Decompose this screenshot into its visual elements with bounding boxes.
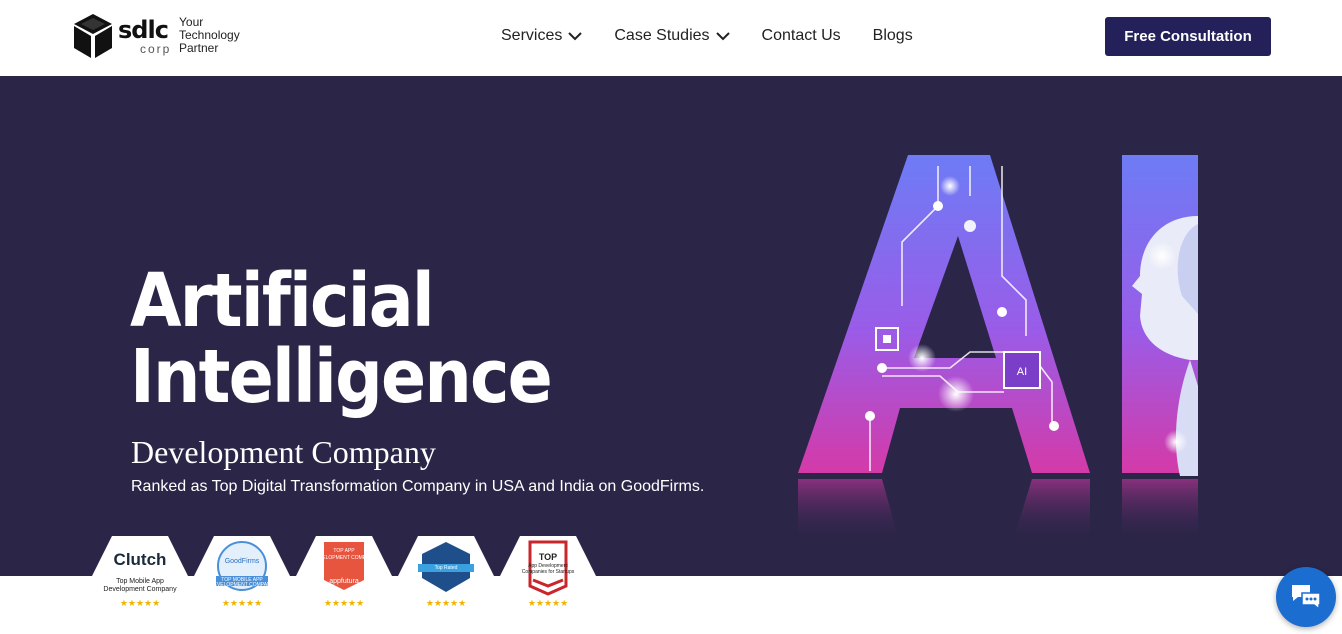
badge-goodfirms[interactable]: GoodFirms TOP MOBILE APP DEVELOPMENT COM…: [194, 536, 290, 616]
hero-section: Artificial Intelligence Development Comp…: [0, 76, 1342, 576]
badge-name: GoodFirms: [224, 558, 260, 565]
nav-item-label: Blogs: [872, 27, 913, 44]
logo-corp: corp: [140, 42, 172, 56]
ai-chip-label: AI: [1017, 366, 1027, 378]
badge-stars: ★★★★★: [221, 598, 263, 608]
badge-line2: DEVELOPMENT COMPANY: [312, 555, 376, 561]
nav-item-label: Services: [501, 27, 563, 44]
hero-title-line1: Artificial: [130, 258, 435, 344]
logo-tagline: Your Technology Partner: [179, 15, 240, 55]
badge-stars: ★★★★★: [527, 598, 569, 608]
badge-name: Top Rated: [434, 565, 458, 571]
free-consultation-button[interactable]: Free Consultation: [1105, 17, 1271, 56]
nav-item-label: Contact Us: [761, 27, 841, 44]
badge-appfutura[interactable]: TOP APP DEVELOPMENT COMPANY appfutura ★★…: [296, 536, 392, 616]
badge-line2: Companies for Startups: [521, 569, 575, 575]
hero-subtitle: Development Company: [131, 434, 436, 470]
site-header: sdlc corp Your Technology Partner Servic…: [0, 0, 1342, 76]
nav-item-label: Case Studies: [614, 27, 710, 44]
badge-line2: DEVELOPMENT COMPANY: [210, 582, 274, 588]
main-nav: Services Case Studies Contact Us Blogs: [501, 24, 945, 48]
badge-name: appfutura: [329, 578, 359, 585]
badge-clutch[interactable]: Clutch Top Mobile App Development Compan…: [92, 536, 188, 616]
chat-icon: [1292, 585, 1321, 611]
logo-cube-icon: [74, 14, 112, 58]
hero-title: Artificial Intelligence: [130, 263, 598, 415]
award-badges: Clutch Top Mobile App Development Compan…: [0, 536, 700, 626]
badge-line2: Development Company: [103, 586, 177, 593]
badge-line1: TOP APP: [333, 548, 355, 554]
chat-button[interactable]: [1276, 567, 1336, 627]
chevron-down-icon: [568, 31, 583, 40]
badge-line1: Top Mobile App: [116, 578, 164, 585]
badge-name: TOP: [538, 552, 558, 562]
badge-top-rated[interactable]: Top Rated ★★★★★: [398, 536, 494, 616]
hero-title-line2: Intelligence: [130, 334, 553, 420]
ai-illustration: AI: [798, 155, 1198, 544]
nav-item-contact-us[interactable]: Contact Us: [762, 27, 841, 45]
hero-description: Ranked as Top Digital Transformation Com…: [131, 478, 705, 495]
badge-name: Clutch: [113, 550, 167, 569]
nav-item-blogs[interactable]: Blogs: [873, 27, 913, 45]
chevron-down-icon: [715, 31, 730, 40]
nav-item-services[interactable]: Services: [501, 27, 583, 45]
logo[interactable]: sdlc corp Your Technology Partner: [72, 12, 252, 60]
badge-stars: ★★★★★: [425, 598, 467, 608]
nav-item-case-studies[interactable]: Case Studies: [614, 27, 730, 45]
badge-top-startups[interactable]: TOP App Development Companies for Startu…: [500, 536, 596, 616]
badge-stars: ★★★★★: [323, 598, 365, 608]
logo-wordmark: sdlc: [118, 16, 169, 44]
badge-stars: ★★★★★: [119, 598, 161, 608]
